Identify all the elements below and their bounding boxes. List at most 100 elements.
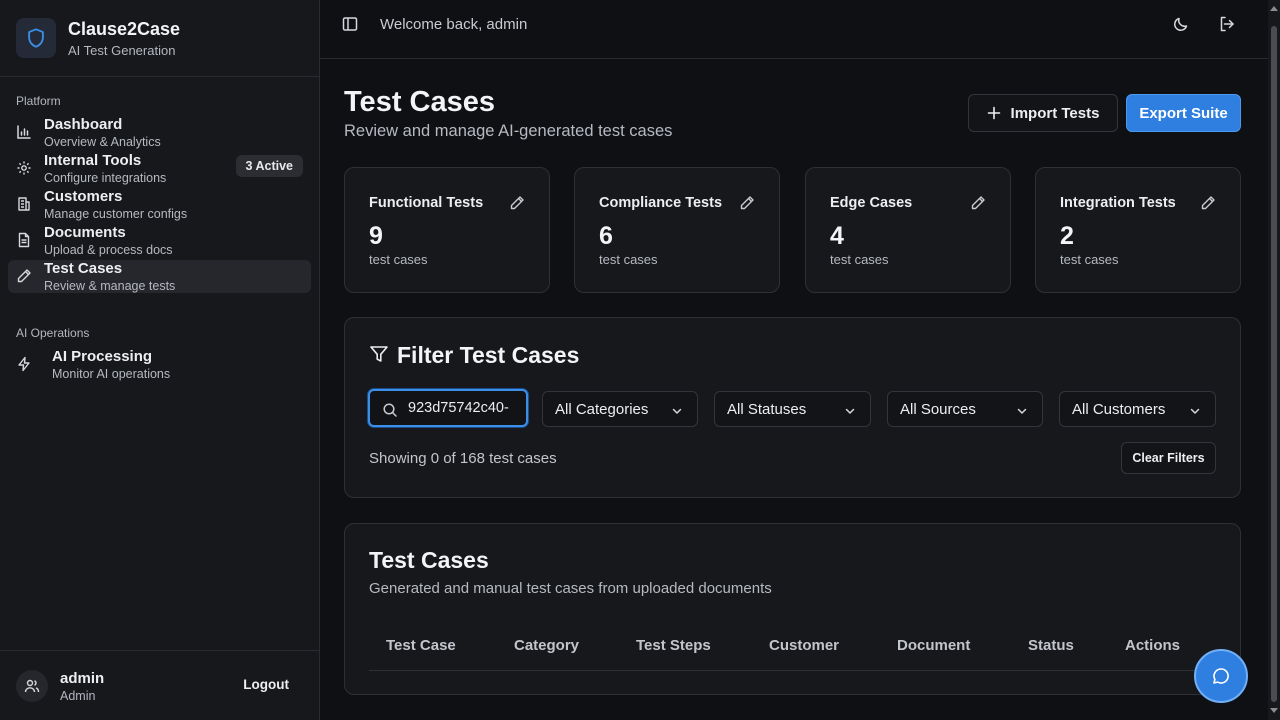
shield-icon bbox=[16, 18, 56, 58]
brand-title: Clause2Case bbox=[68, 18, 181, 39]
lightning-icon bbox=[18, 356, 30, 372]
sidebar-item-dashboard[interactable]: Dashboard Overview & Analytics bbox=[8, 116, 311, 149]
import-tests-label: Import Tests bbox=[1010, 104, 1100, 122]
section-label-platform: Platform bbox=[16, 94, 61, 108]
stat-unit: test cases bbox=[599, 252, 658, 267]
sidebar-item-customers[interactable]: Customers Manage customer configs bbox=[8, 188, 311, 221]
stat-value: 9 bbox=[369, 222, 383, 250]
stat-card-compliance: Compliance Tests 6 test cases bbox=[574, 167, 780, 293]
import-tests-button[interactable]: Import Tests bbox=[968, 94, 1118, 132]
document-icon bbox=[18, 232, 30, 248]
pencil-icon[interactable] bbox=[970, 195, 986, 211]
sidebar-item-documents[interactable]: Documents Upload & process docs bbox=[8, 224, 311, 257]
sidebar-item-desc: Review & manage tests bbox=[44, 279, 176, 293]
search-field[interactable] bbox=[368, 389, 528, 427]
sidebar-item-title: Test Cases bbox=[44, 260, 123, 277]
sidebar-item-desc: Configure integrations bbox=[44, 171, 167, 185]
search-icon bbox=[383, 403, 397, 417]
stat-value: 4 bbox=[830, 222, 844, 250]
stat-title: Edge Cases bbox=[830, 195, 913, 211]
scrollbar[interactable] bbox=[1268, 0, 1280, 720]
sidebar-toggle-icon[interactable] bbox=[341, 15, 359, 33]
logout-icon[interactable] bbox=[1218, 15, 1236, 33]
table-header: Test Case Category Test Steps Customer D… bbox=[369, 628, 1217, 671]
section-label-ai-operations: AI Operations bbox=[16, 326, 90, 340]
source-select[interactable]: All Sources bbox=[887, 391, 1043, 427]
stat-title: Compliance Tests bbox=[599, 195, 723, 211]
sidebar-item-title: AI Processing bbox=[52, 348, 153, 365]
column-header-customer[interactable]: Customer bbox=[769, 637, 839, 654]
moon-icon[interactable] bbox=[1172, 15, 1190, 33]
results-count: Showing 0 of 168 test cases bbox=[369, 450, 557, 467]
sidebar: Clause2Case AI Test Generation Platform … bbox=[0, 0, 320, 720]
stat-title: Integration Tests bbox=[1060, 195, 1176, 211]
brand-subtitle: AI Test Generation bbox=[68, 42, 176, 58]
pencil-icon[interactable] bbox=[1200, 195, 1216, 211]
logout-button[interactable]: Logout bbox=[243, 677, 289, 692]
building-icon bbox=[18, 197, 30, 211]
avatar[interactable] bbox=[16, 670, 48, 702]
chevron-down-icon bbox=[672, 408, 682, 414]
scroll-down-arrow[interactable] bbox=[1270, 708, 1278, 713]
select-value: All Customers bbox=[1072, 401, 1166, 418]
stat-card-functional: Functional Tests 9 test cases bbox=[344, 167, 550, 293]
scroll-thumb[interactable] bbox=[1271, 26, 1277, 702]
plus-icon bbox=[987, 106, 1000, 120]
column-header-category[interactable]: Category bbox=[514, 637, 579, 654]
clear-filters-button[interactable]: Clear Filters bbox=[1121, 442, 1216, 474]
users-icon bbox=[24, 679, 40, 693]
column-header-test-steps[interactable]: Test Steps bbox=[636, 637, 711, 654]
sidebar-item-title: Internal Tools bbox=[44, 152, 142, 169]
user-name: admin bbox=[60, 670, 105, 687]
sidebar-item-desc: Upload & process docs bbox=[44, 243, 173, 257]
chat-button[interactable] bbox=[1194, 649, 1248, 703]
status-select[interactable]: All Statuses bbox=[714, 391, 871, 427]
sidebar-item-desc: Overview & Analytics bbox=[44, 135, 161, 149]
user-panel: admin Admin Logout bbox=[0, 650, 319, 720]
customer-select[interactable]: All Customers bbox=[1059, 391, 1216, 427]
column-header-status[interactable]: Status bbox=[1028, 637, 1074, 654]
table-subtitle: Generated and manual test cases from upl… bbox=[369, 580, 772, 597]
chevron-down-icon bbox=[1017, 408, 1027, 414]
chevron-down-icon bbox=[845, 408, 855, 414]
stat-value: 6 bbox=[599, 222, 613, 250]
stat-unit: test cases bbox=[369, 252, 428, 267]
sidebar-item-test-cases[interactable]: Test Cases Review & manage tests bbox=[8, 260, 311, 293]
stat-title: Functional Tests bbox=[369, 195, 484, 211]
filter-card: Filter Test Cases All Categories All Sta… bbox=[344, 317, 1241, 498]
scroll-up-arrow[interactable] bbox=[1270, 6, 1278, 11]
sidebar-item-title: Customers bbox=[44, 188, 123, 205]
chat-bubble-icon bbox=[1213, 668, 1229, 684]
stat-card-edge-cases: Edge Cases 4 test cases bbox=[805, 167, 1011, 293]
page-title: Test Cases bbox=[344, 86, 495, 118]
filter-title: Filter Test Cases bbox=[397, 342, 580, 368]
filter-icon bbox=[370, 346, 388, 362]
test-cases-table-card: Test Cases Generated and manual test cas… bbox=[344, 523, 1241, 695]
pencil-icon[interactable] bbox=[509, 195, 525, 211]
export-suite-button[interactable]: Export Suite bbox=[1126, 94, 1241, 132]
column-header-test-case[interactable]: Test Case bbox=[386, 637, 456, 654]
page-subtitle: Review and manage AI-generated test case… bbox=[344, 122, 673, 140]
table-title: Test Cases bbox=[369, 547, 489, 573]
select-value: All Sources bbox=[900, 401, 976, 418]
stat-unit: test cases bbox=[1060, 252, 1119, 267]
sidebar-item-title: Documents bbox=[44, 224, 126, 241]
sidebar-item-desc: Manage customer configs bbox=[44, 207, 188, 221]
bar-chart-icon bbox=[17, 125, 31, 139]
sidebar-item-ai-processing[interactable]: AI Processing Monitor AI operations bbox=[8, 348, 311, 381]
stat-card-integration: Integration Tests 2 test cases bbox=[1035, 167, 1241, 293]
pencil-icon bbox=[17, 269, 31, 283]
column-header-actions: Actions bbox=[1125, 637, 1181, 654]
search-input[interactable] bbox=[408, 391, 522, 425]
brand[interactable]: Clause2Case AI Test Generation bbox=[0, 0, 319, 77]
status-badge: 3 Active bbox=[235, 155, 303, 177]
user-role: Admin bbox=[60, 689, 96, 703]
stat-value: 2 bbox=[1060, 222, 1074, 250]
pencil-icon[interactable] bbox=[739, 195, 755, 211]
sidebar-item-internal-tools[interactable]: Internal Tools Configure integrations 3 … bbox=[8, 152, 311, 185]
topbar: Welcome back, admin bbox=[320, 0, 1268, 59]
column-header-document[interactable]: Document bbox=[897, 637, 970, 654]
welcome-text: Welcome back, admin bbox=[380, 16, 528, 33]
category-select[interactable]: All Categories bbox=[542, 391, 698, 427]
sidebar-item-title: Dashboard bbox=[44, 116, 123, 133]
